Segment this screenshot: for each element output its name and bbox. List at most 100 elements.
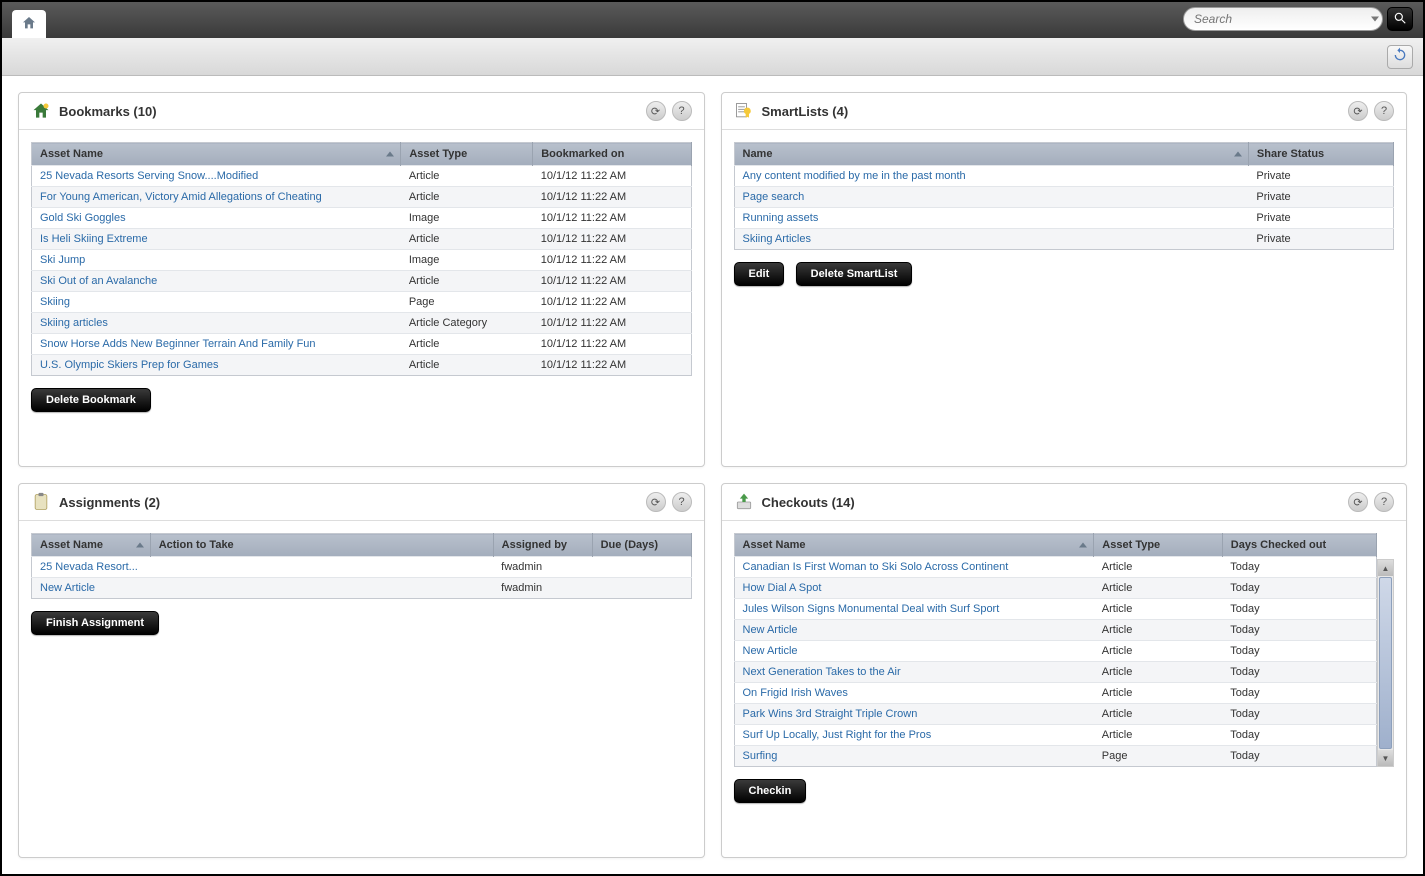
table-row[interactable]: For Young American, Victory Amid Allegat… [32, 187, 692, 208]
asset-link[interactable]: Ski Jump [32, 250, 401, 271]
cell [150, 557, 493, 578]
table-row[interactable]: Ski Out of an AvalancheArticle10/1/12 11… [32, 271, 692, 292]
col-bookmarked-on[interactable]: Bookmarked on [533, 143, 691, 166]
table-row[interactable]: SkiingPage10/1/12 11:22 AM [32, 292, 692, 313]
asset-link[interactable]: Gold Ski Goggles [32, 208, 401, 229]
bookmarks-panel: Bookmarks (10) ⟳ ? Asset Name Asset Type… [18, 92, 705, 467]
scroll-down-icon[interactable]: ▼ [1378, 750, 1393, 766]
asset-link[interactable]: On Frigid Irish Waves [734, 683, 1094, 704]
asset-link[interactable]: Page search [734, 187, 1248, 208]
col-asset-name[interactable]: Asset Name [32, 143, 401, 166]
table-row[interactable]: Jules Wilson Signs Monumental Deal with … [734, 599, 1377, 620]
panel-body: Asset Name Action to Take Assigned by Du… [19, 521, 704, 857]
search-dropdown-icon[interactable] [1371, 17, 1379, 22]
table-row[interactable]: Canadian Is First Woman to Ski Solo Acro… [734, 557, 1377, 578]
asset-link[interactable]: Running assets [734, 208, 1248, 229]
asset-link[interactable]: Skiing Articles [734, 229, 1248, 250]
table-row[interactable]: 25 Nevada Resorts Serving Snow....Modifi… [32, 166, 692, 187]
asset-link[interactable]: Surfing [734, 746, 1094, 767]
asset-link[interactable]: U.S. Olympic Skiers Prep for Games [32, 355, 401, 376]
checkin-button[interactable]: Checkin [734, 779, 807, 803]
checkouts-panel: Checkouts (14) ⟳ ? Asset Name Asset Type… [721, 483, 1408, 858]
search-input[interactable] [1183, 7, 1383, 31]
col-asset-name[interactable]: Asset Name [734, 534, 1094, 557]
table-row[interactable]: New Articlefwadmin [32, 578, 692, 599]
smartlists-panel: SmartLists (4) ⟳ ? Name Share Status Any… [721, 92, 1408, 467]
scroll-up-icon[interactable]: ▲ [1378, 560, 1393, 576]
col-share-status[interactable]: Share Status [1248, 143, 1393, 166]
table-row[interactable]: U.S. Olympic Skiers Prep for GamesArticl… [32, 355, 692, 376]
table-row[interactable]: SurfingPageToday [734, 746, 1377, 767]
asset-link[interactable]: Skiing articles [32, 313, 401, 334]
asset-link[interactable]: For Young American, Victory Amid Allegat… [32, 187, 401, 208]
asset-link[interactable]: Next Generation Takes to the Air [734, 662, 1094, 683]
table-row[interactable]: New ArticleArticleToday [734, 620, 1377, 641]
panel-refresh-button[interactable]: ⟳ [646, 101, 666, 121]
panel-help-button[interactable]: ? [1374, 101, 1394, 121]
asset-link[interactable]: How Dial A Spot [734, 578, 1094, 599]
table-row[interactable]: Ski JumpImage10/1/12 11:22 AM [32, 250, 692, 271]
asset-link[interactable]: Canadian Is First Woman to Ski Solo Acro… [734, 557, 1094, 578]
asset-link[interactable]: Snow Horse Adds New Beginner Terrain And… [32, 334, 401, 355]
table-row[interactable]: Running assetsPrivate [734, 208, 1394, 229]
table-row[interactable]: Snow Horse Adds New Beginner Terrain And… [32, 334, 692, 355]
panel-refresh-button[interactable]: ⟳ [1348, 101, 1368, 121]
bookmarks-table: Asset Name Asset Type Bookmarked on 25 N… [31, 142, 692, 376]
table-row[interactable]: Surf Up Locally, Just Right for the Pros… [734, 725, 1377, 746]
table-row[interactable]: Skiing articlesArticle Category10/1/12 1… [32, 313, 692, 334]
col-due[interactable]: Due (Days) [592, 534, 691, 557]
asset-link[interactable]: 25 Nevada Resort... [32, 557, 151, 578]
asset-link[interactable]: Skiing [32, 292, 401, 313]
cell: Article [1094, 557, 1223, 578]
asset-link[interactable]: 25 Nevada Resorts Serving Snow....Modifi… [32, 166, 401, 187]
table-row[interactable]: How Dial A SpotArticleToday [734, 578, 1377, 599]
panel-body: Name Share Status Any content modified b… [722, 130, 1407, 466]
table-row[interactable]: Any content modified by me in the past m… [734, 166, 1394, 187]
finish-assignment-button[interactable]: Finish Assignment [31, 611, 159, 635]
cell: Article [1094, 620, 1223, 641]
table-row[interactable]: 25 Nevada Resort...fwadmin [32, 557, 692, 578]
panel-help-button[interactable]: ? [672, 492, 692, 512]
asset-link[interactable]: New Article [734, 641, 1094, 662]
table-row[interactable]: Gold Ski GogglesImage10/1/12 11:22 AM [32, 208, 692, 229]
edit-smartlist-button[interactable]: Edit [734, 262, 785, 286]
table-row[interactable]: Page searchPrivate [734, 187, 1394, 208]
asset-link[interactable]: New Article [734, 620, 1094, 641]
panel-refresh-button[interactable]: ⟳ [1348, 492, 1368, 512]
asset-link[interactable]: Park Wins 3rd Straight Triple Crown [734, 704, 1094, 725]
table-row[interactable]: Is Heli Skiing ExtremeArticle10/1/12 11:… [32, 229, 692, 250]
asset-link[interactable]: Is Heli Skiing Extreme [32, 229, 401, 250]
panel-refresh-button[interactable]: ⟳ [646, 492, 666, 512]
scroll-thumb[interactable] [1379, 577, 1392, 749]
table-row[interactable]: Next Generation Takes to the AirArticleT… [734, 662, 1377, 683]
cell: 10/1/12 11:22 AM [533, 292, 691, 313]
col-asset-type[interactable]: Asset Type [401, 143, 533, 166]
col-name[interactable]: Name [734, 143, 1248, 166]
col-action[interactable]: Action to Take [150, 534, 493, 557]
col-asset-type[interactable]: Asset Type [1094, 534, 1223, 557]
table-row[interactable]: Skiing ArticlesPrivate [734, 229, 1394, 250]
col-days-checked-out[interactable]: Days Checked out [1222, 534, 1376, 557]
delete-bookmark-button[interactable]: Delete Bookmark [31, 388, 151, 412]
global-refresh-button[interactable] [1387, 45, 1413, 69]
delete-smartlist-button[interactable]: Delete SmartList [796, 262, 913, 286]
cell: 10/1/12 11:22 AM [533, 229, 691, 250]
table-row[interactable]: New ArticleArticleToday [734, 641, 1377, 662]
table-row[interactable]: On Frigid Irish WavesArticleToday [734, 683, 1377, 704]
asset-link[interactable]: Ski Out of an Avalanche [32, 271, 401, 292]
app-window: Bookmarks (10) ⟳ ? Asset Name Asset Type… [0, 0, 1425, 876]
asset-link[interactable]: Surf Up Locally, Just Right for the Pros [734, 725, 1094, 746]
col-asset-name[interactable]: Asset Name [32, 534, 151, 557]
panel-help-button[interactable]: ? [1374, 492, 1394, 512]
col-assigned-by[interactable]: Assigned by [493, 534, 592, 557]
panel-header: Checkouts (14) ⟳ ? [722, 484, 1407, 521]
asset-link[interactable]: Jules Wilson Signs Monumental Deal with … [734, 599, 1094, 620]
cell: Article [1094, 599, 1223, 620]
panel-help-button[interactable]: ? [672, 101, 692, 121]
asset-link[interactable]: Any content modified by me in the past m… [734, 166, 1248, 187]
checkouts-scrollbar[interactable]: ▲ ▼ [1377, 559, 1394, 767]
asset-link[interactable]: New Article [32, 578, 151, 599]
home-tab[interactable] [12, 10, 46, 38]
search-button[interactable] [1387, 7, 1413, 31]
table-row[interactable]: Park Wins 3rd Straight Triple CrownArtic… [734, 704, 1377, 725]
